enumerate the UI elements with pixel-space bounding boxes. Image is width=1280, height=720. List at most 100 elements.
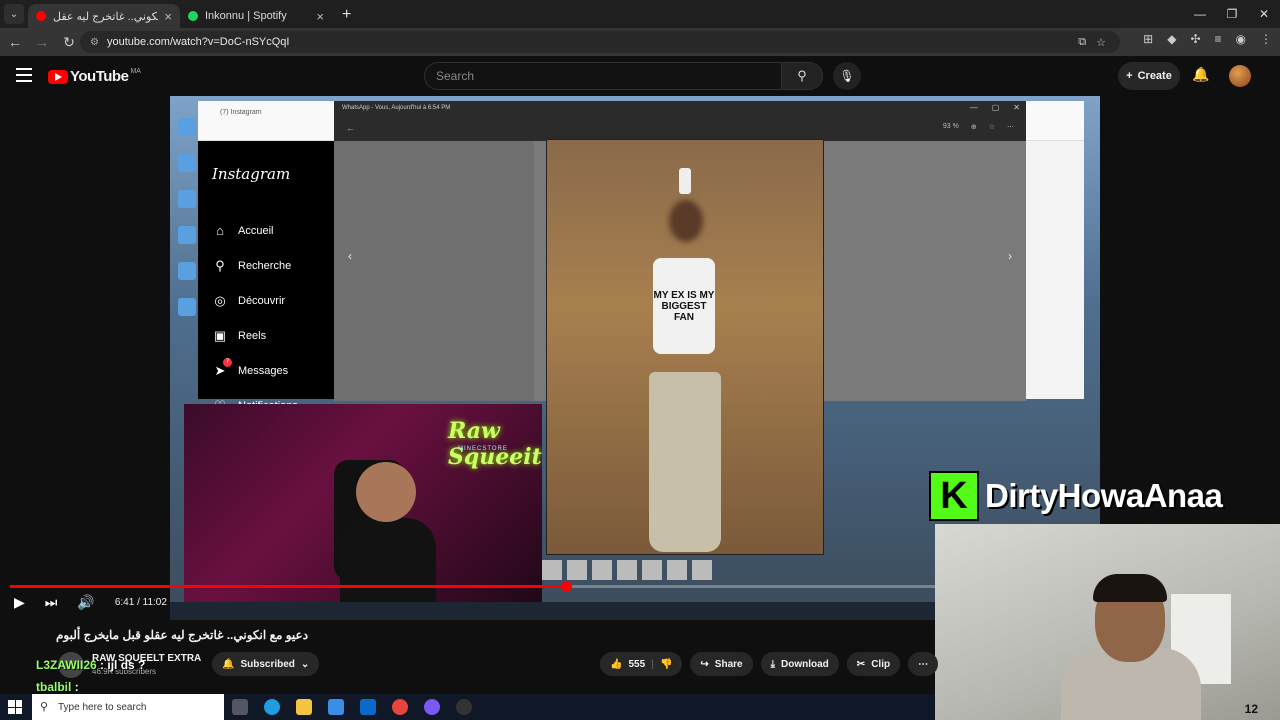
whatsapp-toolbar: 93 % ⊕ ☆ ⋯: [943, 123, 1014, 131]
instagram-logo: Instagram: [212, 165, 291, 183]
task-view-icon[interactable]: [232, 699, 248, 715]
notifications-bell-icon[interactable]: 🔔: [1192, 66, 1209, 83]
obs-icon[interactable]: [456, 699, 472, 715]
reading-list-icon[interactable]: ≡: [1215, 32, 1222, 46]
home-icon: ⌂: [216, 223, 224, 238]
cast-icon[interactable]: ⧉: [1078, 36, 1086, 49]
restore-icon[interactable]: ❐: [1216, 0, 1248, 28]
site-info-icon[interactable]: ⚙: [90, 37, 99, 48]
new-tab-icon[interactable]: +: [342, 6, 351, 24]
back-icon: ←: [346, 123, 355, 133]
photo-thumbnails: [542, 560, 712, 580]
like-count: 555: [628, 658, 646, 670]
more-icon: ⋯: [1007, 124, 1014, 131]
profile-icon[interactable]: ◉: [1236, 32, 1246, 46]
instagram-menu-explore: ◎ Découvrir: [212, 283, 298, 318]
hamburger-menu-icon[interactable]: [16, 68, 32, 82]
minimize-icon: —: [969, 103, 978, 112]
more-icon: ⋯: [918, 658, 929, 670]
search-button[interactable]: ⚲: [781, 62, 823, 90]
subscribed-button[interactable]: 🔔 Subscribed ⌄: [212, 652, 320, 676]
messenger-icon: ➤ 7: [212, 357, 232, 379]
instagram-sidebar: Instagram ⌂ Accueil ⚲ Recherche ◎ Découvrir…: [198, 141, 334, 413]
download-button[interactable]: ⤓ Download: [760, 652, 839, 676]
chrome-icon[interactable]: [392, 699, 408, 715]
translate-icon[interactable]: ⊞: [1143, 32, 1153, 46]
menu-kebab-icon[interactable]: ⋮: [1260, 32, 1272, 46]
reload-icon[interactable]: ↻: [57, 34, 81, 51]
tab-title: دعيو مع انكوني.. غاتخرج ليه عقل: [53, 10, 158, 23]
instagram-menu-messages: ➤ 7 Messages: [212, 353, 298, 388]
forward-icon[interactable]: →: [30, 34, 54, 50]
minimize-icon[interactable]: —: [1184, 0, 1216, 28]
youtube-play-icon: [48, 69, 68, 84]
menu-label: Découvrir: [238, 294, 286, 307]
back-icon[interactable]: ←: [3, 34, 27, 50]
voice-search-button[interactable]: 🎙: [833, 62, 861, 90]
video-title: دعيو مع انكوني.. غاتخرج ليه عقلو قبل ماي…: [56, 628, 309, 642]
outlook-icon[interactable]: [360, 699, 376, 715]
youtube-header: YouTube MA Search ⚲ 🎙 + Create 🔔: [0, 56, 1280, 96]
extensions-bar: ⊞ ◆ ✣ ≡ ◉ ⋮: [1143, 32, 1272, 46]
share-button[interactable]: ↪ Share: [690, 652, 753, 676]
kick-logo-icon: K: [929, 471, 979, 521]
search-input[interactable]: Search: [424, 62, 782, 90]
kick-streamer-name: DirtyHowaAnaa: [985, 477, 1223, 514]
scissors-icon: ✂: [856, 658, 866, 670]
thumbs-down-icon[interactable]: 👎: [660, 659, 672, 670]
bell-icon: 🔔: [222, 658, 235, 670]
taskbar-search-placeholder: Type here to search: [58, 701, 147, 713]
subscribed-label: Subscribed: [240, 658, 295, 670]
spotify-favicon-icon: [188, 11, 198, 21]
chevron-right-icon: ›: [1008, 249, 1012, 263]
clip-button[interactable]: ✂ Clip: [846, 652, 901, 676]
close-tab-icon[interactable]: ×: [316, 9, 324, 24]
streamer-head: [356, 462, 416, 522]
extension-diamond-icon[interactable]: ◆: [1167, 32, 1176, 46]
play-icon[interactable]: ▶: [14, 594, 25, 611]
url-text: youtube.com/watch?v=DoC-nSYcQqI: [106, 36, 290, 48]
menu-label: Recherche: [238, 259, 292, 272]
file-explorer-icon[interactable]: [296, 699, 312, 715]
window-controls: — ❐ ✕: [1184, 0, 1280, 28]
close-window-icon[interactable]: ✕: [1248, 0, 1280, 28]
instagram-menu-home: ⌂ Accueil: [212, 213, 298, 248]
like-button[interactable]: 👍 555 | 👎: [600, 652, 683, 676]
tab-title: Inkonnu | Spotify: [205, 10, 287, 22]
volume-icon[interactable]: 🔊: [77, 594, 94, 611]
kick-overlay: K DirtyHowaAnaa: [929, 470, 1223, 522]
close-tab-icon[interactable]: ×: [164, 9, 172, 24]
tab-spotify[interactable]: Inkonnu | Spotify ×: [180, 4, 332, 28]
create-button[interactable]: + Create: [1118, 62, 1180, 90]
tab-search-icon[interactable]: ⌄: [4, 4, 24, 24]
next-icon[interactable]: ⏭: [45, 594, 58, 611]
microphone-icon: 🎙: [839, 69, 855, 83]
channel-row: RAW SQUEELT EXTRA 46.9K subscribers L3ZA…: [36, 652, 939, 680]
instagram-menu-reels: ▣ Reels: [212, 318, 298, 353]
region-code: MA: [130, 68, 141, 75]
scrubber-handle[interactable]: [560, 581, 572, 592]
star-icon: ☆: [988, 124, 995, 131]
more-actions-button[interactable]: ⋯: [908, 652, 939, 676]
taskbar-search-input[interactable]: ⚲ Type here to search: [32, 694, 224, 720]
url-field[interactable]: ⚙ youtube.com/watch?v=DoC-nSYcQqI ⧉ ☆: [80, 31, 1120, 53]
chat-message-1: L3ZAWII26 : ijl ds ?: [36, 658, 145, 672]
progress-bar[interactable]: [10, 581, 936, 592]
windows-start-icon[interactable]: [8, 700, 22, 714]
edge-icon[interactable]: [264, 699, 280, 715]
restore-icon: ▢: [991, 103, 1000, 112]
video-actions: 👍 555 | 👎 ↪ Share ⤓ Download ✂ Clip ⋯: [600, 652, 939, 676]
shirt-print: MY EX IS MY BIGGEST FAN: [653, 258, 715, 354]
neon-sign: Raw Squeeit: [448, 418, 542, 470]
menu-label: Reels: [238, 329, 267, 342]
phone-in-photo: [679, 168, 691, 194]
extensions-puzzle-icon[interactable]: ✣: [1190, 32, 1200, 46]
bookmark-star-icon[interactable]: ☆: [1096, 36, 1106, 49]
app-icon[interactable]: [424, 699, 440, 715]
youtube-logo[interactable]: YouTube MA: [48, 68, 141, 85]
menu-label: Accueil: [238, 224, 274, 237]
tab-youtube[interactable]: دعيو مع انكوني.. غاتخرج ليه عقل ×: [28, 4, 180, 28]
account-avatar[interactable]: [1229, 65, 1251, 87]
desktop-icons: [178, 118, 196, 316]
store-icon[interactable]: [328, 699, 344, 715]
